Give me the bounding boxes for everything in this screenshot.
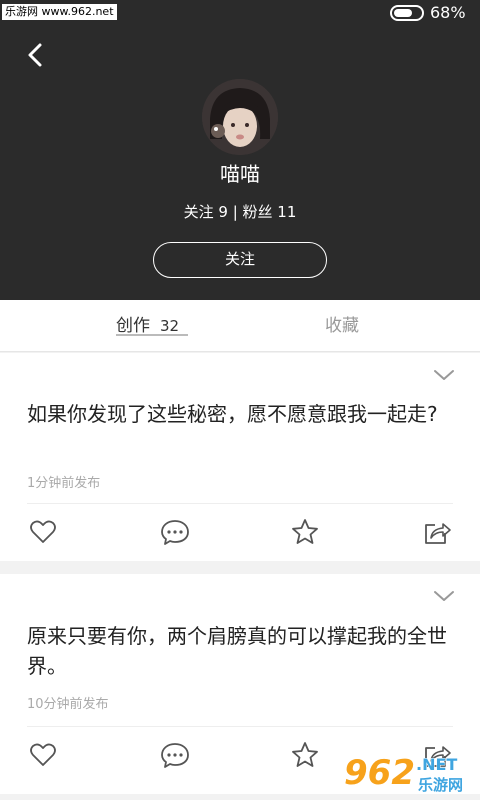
like-icon[interactable] [28,740,58,770]
post-time: 1分钟前发布 [27,476,101,491]
share-icon[interactable] [422,517,452,547]
follow-stats[interactable]: 关注 9 | 粉丝 11 [0,201,480,223]
profile-header: 乐游网 www.962.net 68% 喵喵 关注 9 | 粉丝 11 关注 [0,0,480,300]
star-icon[interactable] [290,740,320,770]
post-time: 10分钟前发布 [27,697,109,712]
svg-text:.NET: .NET [416,755,457,774]
svg-text:962: 962 [344,753,415,793]
post-text: 如果你发现了这些秘密，愿不愿意跟我一起走? [27,402,438,426]
svg-text:乐游网: 乐游网 [418,776,463,794]
chevron-down-icon[interactable] [432,367,456,383]
battery-icon [390,5,424,21]
tab-favorites[interactable]: 收藏 [325,300,359,352]
tab-creations-label: 创作 [116,316,150,336]
site-watermark: 乐游网 www.962.net [2,4,117,20]
avatar[interactable] [202,79,278,155]
comment-icon[interactable] [160,517,190,547]
tab-creations-count: 32 [160,317,180,335]
chevron-down-icon[interactable] [432,588,456,604]
comment-icon[interactable] [160,740,190,770]
active-tab-indicator [116,334,188,336]
post-text: 原来只要有你，两个肩膀真的可以撑起我的全世界。 [27,624,447,678]
divider [27,726,453,727]
post-card[interactable]: 如果你发现了这些秘密，愿不愿意跟我一起走? 1分钟前发布 [0,353,480,561]
like-icon[interactable] [28,517,58,547]
follow-button[interactable]: 关注 [153,242,327,278]
divider [27,503,453,504]
back-arrow-icon [28,43,42,67]
watermark-logo: 962 .NET 乐游网 [343,752,463,794]
status-bar: 乐游网 www.962.net 68% [0,0,480,26]
star-icon[interactable] [290,517,320,547]
tab-creations[interactable]: 创作 32 [116,300,179,352]
profile-name: 喵喵 [220,162,260,186]
back-button[interactable] [20,38,52,72]
battery-percent: 68% [430,3,466,22]
tab-bar: 创作 32 收藏 [0,300,480,352]
